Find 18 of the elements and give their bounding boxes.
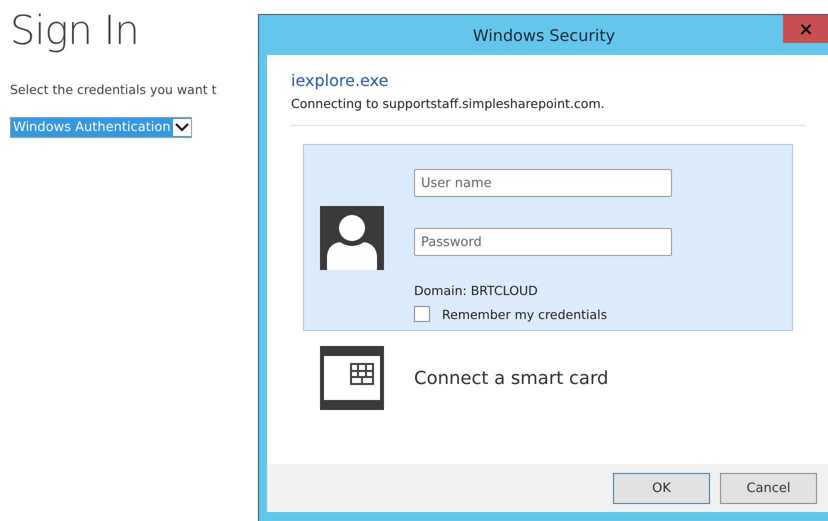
smart-card-icon [320, 346, 384, 410]
connection-message: Connecting to supportstaff.simplesharepoint.com. [291, 96, 606, 111]
caret-icon [172, 119, 191, 136]
cancel-button[interactable]: Cancel [720, 472, 817, 504]
password-field[interactable]: Password [414, 228, 672, 256]
smart-card-tile[interactable]: Connect a smart card [303, 345, 793, 411]
ok-button[interactable]: OK [613, 472, 710, 504]
app-name: iexplore.exe [291, 71, 390, 90]
domain-text: Domain: BRTCLOUD [414, 283, 539, 298]
prompt-text: Select the credentials you want t [10, 82, 217, 97]
window-title: Windows Security [472, 26, 616, 44]
user-icon [320, 206, 384, 270]
close-button[interactable]: × [783, 15, 828, 43]
page-title: Sign In [10, 8, 139, 54]
username-field[interactable]: User name [414, 169, 672, 197]
remember-checkbox[interactable] [414, 306, 430, 322]
credential-tile[interactable]: User name Password Domain: BRTCLOUD Remember my credentials [303, 144, 793, 331]
remember-label: Remember my credentials [442, 306, 608, 322]
